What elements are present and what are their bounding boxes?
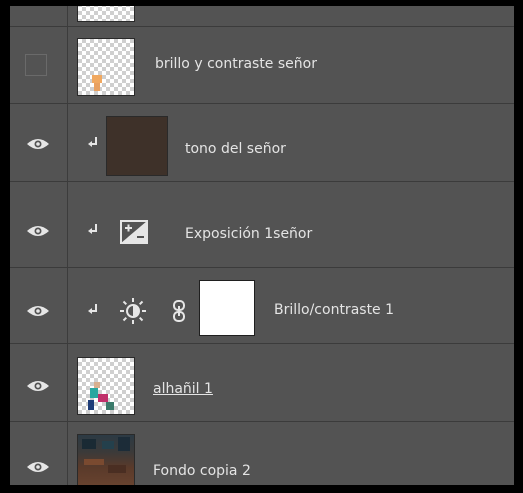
eye-icon[interactable] bbox=[26, 304, 50, 318]
layer-row-tono-del-senor[interactable]: tono del señor bbox=[10, 104, 514, 182]
layer-name[interactable]: alhañil 1 bbox=[153, 381, 213, 397]
layer-name[interactable]: Exposición 1señor bbox=[185, 226, 312, 242]
layer-row-exposicion[interactable]: Exposición 1señor bbox=[10, 182, 514, 268]
photo-thumbnail-icon bbox=[82, 437, 130, 473]
layer-thumbnail bbox=[77, 38, 135, 96]
eye-icon[interactable] bbox=[26, 137, 50, 151]
layer-thumbnail bbox=[77, 434, 135, 485]
brightness-contrast-icon[interactable] bbox=[118, 296, 148, 326]
layer-row-brillo-contraste[interactable]: Brillo/contraste 1 bbox=[10, 268, 514, 344]
layer-thumbnail bbox=[77, 6, 135, 22]
layer-name[interactable]: brillo y contraste señor bbox=[155, 56, 317, 72]
layer-name[interactable]: Brillo/contraste 1 bbox=[274, 302, 394, 318]
layer-row-brillo-y-contraste-senor[interactable]: brillo y contraste señor bbox=[10, 27, 514, 104]
clipping-arrow-icon bbox=[88, 224, 97, 234]
layer-mask-thumbnail[interactable] bbox=[199, 280, 255, 336]
layer-row-fondo-copia-2[interactable]: Fondo copia 2 bbox=[10, 422, 514, 485]
link-icon[interactable] bbox=[172, 300, 186, 322]
layer-name[interactable]: Fondo copia 2 bbox=[153, 463, 251, 479]
layer-row-partial[interactable] bbox=[10, 6, 514, 27]
figure-thumbnail-icon bbox=[92, 75, 102, 91]
visibility-toggle-off[interactable] bbox=[25, 54, 47, 76]
layer-name[interactable]: tono del señor bbox=[185, 141, 286, 157]
layer-thumbnail bbox=[77, 357, 135, 415]
exposure-adjustment-icon[interactable] bbox=[120, 220, 148, 244]
eye-icon[interactable] bbox=[26, 460, 50, 474]
clipping-arrow-icon bbox=[88, 137, 97, 147]
worker-figure-icon bbox=[88, 382, 114, 410]
clipping-arrow-icon bbox=[88, 304, 97, 314]
layer-row-alhanil[interactable]: alhañil 1 bbox=[10, 344, 514, 422]
layer-thumbnail bbox=[106, 116, 168, 176]
eye-icon[interactable] bbox=[26, 224, 50, 238]
eye-icon[interactable] bbox=[26, 379, 50, 393]
layers-panel: brillo y contraste señor tono del señor bbox=[10, 6, 514, 485]
